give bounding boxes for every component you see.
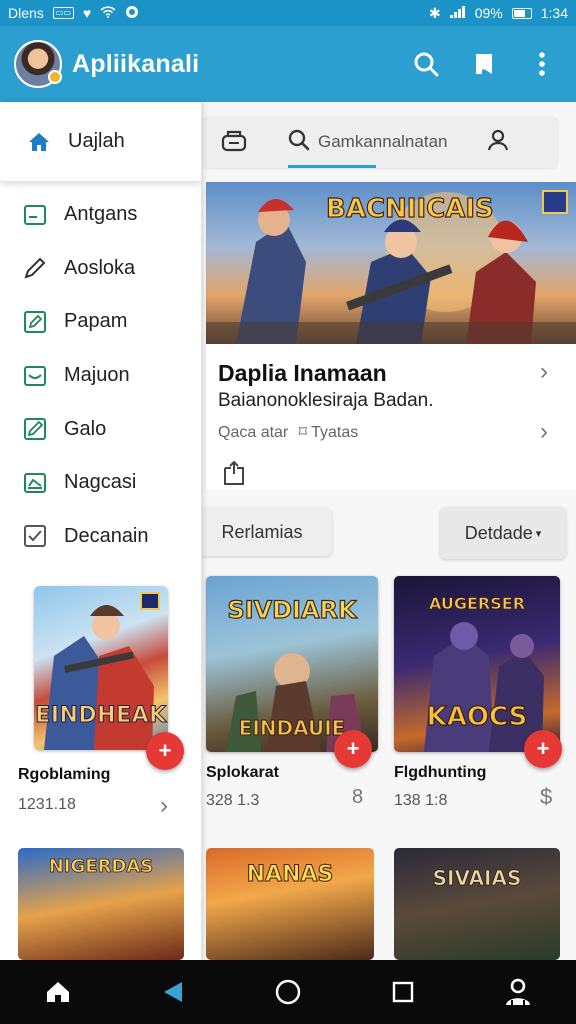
add-button[interactable]: + [334,730,372,768]
bookmark-icon[interactable] [464,44,504,84]
search-bar[interactable]: Gamkannalnatan [202,116,558,168]
more-icon[interactable]: 8 [352,786,363,809]
chevron-right-icon[interactable]: › [540,358,548,386]
more-vert-icon[interactable] [522,44,562,84]
drawer-item[interactable]: Majuon [0,349,201,403]
check-icon [22,523,48,549]
featured-meta: Qaca atar ⌑ Tyatas [218,422,358,442]
grid-badge-icon [542,190,568,214]
featured-meta-text: Qaca atar [218,424,289,441]
square-icon [22,202,48,228]
game-art[interactable]: EINDHEAK [34,586,168,750]
drawer-item-label: Decanain [64,524,149,547]
search-input[interactable]: Gamkannalnatan [318,132,447,152]
drawer-item[interactable]: Decanain [0,510,201,564]
battery-percent: 09% [474,5,503,21]
dollar-icon[interactable]: $ [540,784,552,810]
drawer-item-label: Aosloka [64,256,136,279]
chevron-right-icon[interactable]: › [540,418,548,446]
game-art-title: SIVAIAS [432,866,522,891]
search-field-icon [288,129,310,156]
back-icon[interactable] [143,966,203,1018]
signal-icon [449,6,466,20]
game-art[interactable]: SIVAIAS [394,848,560,960]
featured-meta-tag: Tyatas [311,424,359,441]
drawer-item-label: Nagcasi [64,471,137,494]
inbox-icon [22,470,48,496]
sim-icon: ▭▭ [52,7,74,19]
game-art-title: NANAS [246,862,334,888]
add-button[interactable]: + [146,732,184,770]
recents-icon[interactable] [373,966,433,1018]
profile-icon[interactable] [488,966,548,1018]
heart-icon: ♥ [82,5,92,21]
drawer-item-label: Papam [64,310,128,333]
game-art[interactable]: AUGERSER KAOCS [394,576,560,752]
game-card[interactable]: SIVDIARK EINDAUIE + Splokarat 328 1.3 8 [206,576,378,810]
notification-icon [125,5,139,21]
sort-label: Detdade [464,522,533,543]
avatar[interactable] [14,40,62,88]
filter-chip[interactable]: Rerlamias [202,508,332,556]
status-bar: Dlens ▭▭ ♥ ✱ 09% 1:34 [0,0,576,26]
drawer-game-card[interactable]: EINDHEAK + Rgoblaming 1231.18 › [18,586,193,819]
pencil-icon [22,255,48,281]
tray-icon [22,363,48,389]
game-meta: 138 1:8 [394,792,448,809]
game-art-title: NIGERDAS [48,856,154,878]
featured-logo: BACNIICAIS [325,193,494,224]
search-icon[interactable] [406,44,446,84]
home-circle-icon[interactable] [258,966,318,1018]
drawer-item-active[interactable]: Uajlah [0,102,201,182]
drawer-item-label: Uajlah [68,130,125,152]
drawer-item[interactable]: Antgans [0,188,201,242]
game-art-subtitle: KAOCS [426,701,528,732]
game-card[interactable]: AUGERSER KAOCS + Flgdhunting 138 1:8 $ [394,576,562,810]
avatar-badge [48,70,62,84]
share-icon[interactable] [222,460,246,491]
home-icon [26,129,52,155]
drawer-item[interactable]: Galo [0,402,201,456]
drawer-item-label: Antgans [64,203,138,226]
main-content: Gamkannalnatan BACNIICAIS Daplia Inamaan… [202,102,576,960]
game-art[interactable]: NIGERDAS [18,848,184,960]
profile-search-icon[interactable] [487,129,509,156]
drawer-item[interactable]: Papam [0,295,201,349]
wifi-icon [100,6,116,20]
featured-art[interactable]: BACNIICAIS [206,182,576,344]
active-tab-indicator [288,165,376,168]
drawer-item[interactable]: Nagcasi [0,456,201,510]
home-icon[interactable] [28,966,88,1018]
featured-subtitle: Baianonoklesiraja Badan. [218,390,434,411]
chevron-right-icon[interactable]: › [160,792,168,820]
clock: 1:34 [540,5,568,21]
app-bar: Apliikanali [0,26,576,102]
game-art-title: AUGERSER [428,594,526,614]
gamepad-icon[interactable] [220,127,248,158]
caret-down-icon: ▾ [535,527,542,540]
bluetooth-icon: ✱ [428,5,441,21]
game-art[interactable]: SIVDIARK EINDAUIE [206,576,378,752]
tag-icon: ⌑ [298,424,307,441]
featured-card[interactable]: BACNIICAIS Daplia Inamaan Baianonoklesir… [206,182,576,490]
featured-title: Daplia Inamaan [218,360,387,386]
navigation-drawer: Uajlah Antgans Aosloka Papam Majuon Galo [0,102,202,960]
grid-badge-icon [140,592,160,610]
carrier-label: Dlens [8,5,44,21]
app-title: Apliikanali [72,49,200,78]
add-button[interactable]: + [524,730,562,768]
battery-icon [511,7,532,19]
pen-square-icon [22,416,48,442]
drawer-item-label: Galo [64,417,107,440]
edit-icon [22,309,48,335]
sort-dropdown[interactable]: Detdade ▾ [440,507,566,559]
game-art-title: SIVDIARK [227,595,357,624]
game-art-title: EINDHEAK [35,703,167,729]
drawer-item[interactable]: Aosloka [0,242,201,296]
system-nav-bar [0,960,576,1024]
game-art[interactable]: NANAS [206,848,374,960]
drawer-item-label: Majuon [64,364,130,387]
